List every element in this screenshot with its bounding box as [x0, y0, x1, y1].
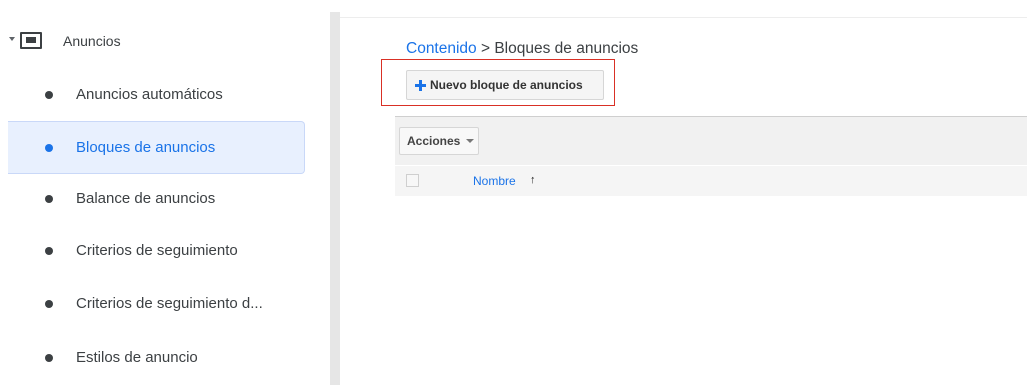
- sidebar: Anuncios Anuncios automáticos Bloques de…: [0, 0, 330, 385]
- sidebar-item-label: Criterios de seguimiento d...: [76, 295, 263, 312]
- sidebar-item-label: Bloques de anuncios: [76, 139, 216, 156]
- plus-icon: [415, 79, 426, 91]
- actions-dropdown[interactable]: Acciones: [399, 127, 479, 155]
- new-ad-unit-label: Nuevo bloque de anuncios: [430, 78, 583, 92]
- bullet-icon: [45, 144, 53, 152]
- sidebar-item-label: Criterios de seguimiento: [76, 242, 238, 259]
- breadcrumb-separator: >: [476, 40, 495, 57]
- sidebar-item-label: Estilos de anuncio: [76, 349, 198, 366]
- bullet-icon: [45, 300, 53, 308]
- sort-ascending-icon[interactable]: ↑: [530, 174, 536, 186]
- chevron-down-icon: [466, 139, 475, 143]
- breadcrumb-current: Bloques de anuncios: [494, 40, 639, 57]
- sidebar-divider[interactable]: [330, 12, 340, 385]
- bullet-icon: [45, 247, 53, 255]
- sidebar-item-estilos-de-anuncio[interactable]: Estilos de anuncio: [8, 332, 305, 385]
- bullet-icon: [45, 195, 53, 203]
- sidebar-item-label: Anuncios automáticos: [76, 86, 223, 103]
- breadcrumb: Contenido > Bloques de anuncios: [406, 40, 638, 58]
- top-divider: [340, 17, 1027, 18]
- column-header-nombre[interactable]: Nombre: [473, 174, 516, 188]
- bullet-icon: [45, 354, 53, 362]
- actions-label: Acciones: [407, 134, 461, 148]
- caret-down-icon[interactable]: [9, 37, 15, 41]
- ad-unit-icon: [20, 32, 42, 49]
- sidebar-item-anuncios-automaticos[interactable]: Anuncios automáticos: [8, 69, 305, 122]
- new-ad-unit-button[interactable]: Nuevo bloque de anuncios: [406, 70, 604, 100]
- bullet-icon: [45, 91, 53, 99]
- sidebar-item-label: Balance de anuncios: [76, 190, 216, 207]
- sidebar-item-bloques-de-anuncios[interactable]: Bloques de anuncios: [8, 121, 305, 174]
- sidebar-item-balance-de-anuncios[interactable]: Balance de anuncios: [8, 173, 305, 226]
- sidebar-item-criterios-de-seguimiento-d[interactable]: Criterios de seguimiento d...: [8, 278, 305, 331]
- section-label: Anuncios: [63, 33, 121, 49]
- section-header-anuncios[interactable]: Anuncios: [0, 26, 330, 56]
- breadcrumb-link-contenido[interactable]: Contenido: [406, 40, 477, 57]
- sidebar-item-criterios-de-seguimiento[interactable]: Criterios de seguimiento: [8, 225, 305, 278]
- table-header-row: Nombre ↑: [395, 166, 1027, 196]
- select-all-checkbox[interactable]: [406, 174, 419, 187]
- table-toolbar: Acciones: [395, 116, 1027, 165]
